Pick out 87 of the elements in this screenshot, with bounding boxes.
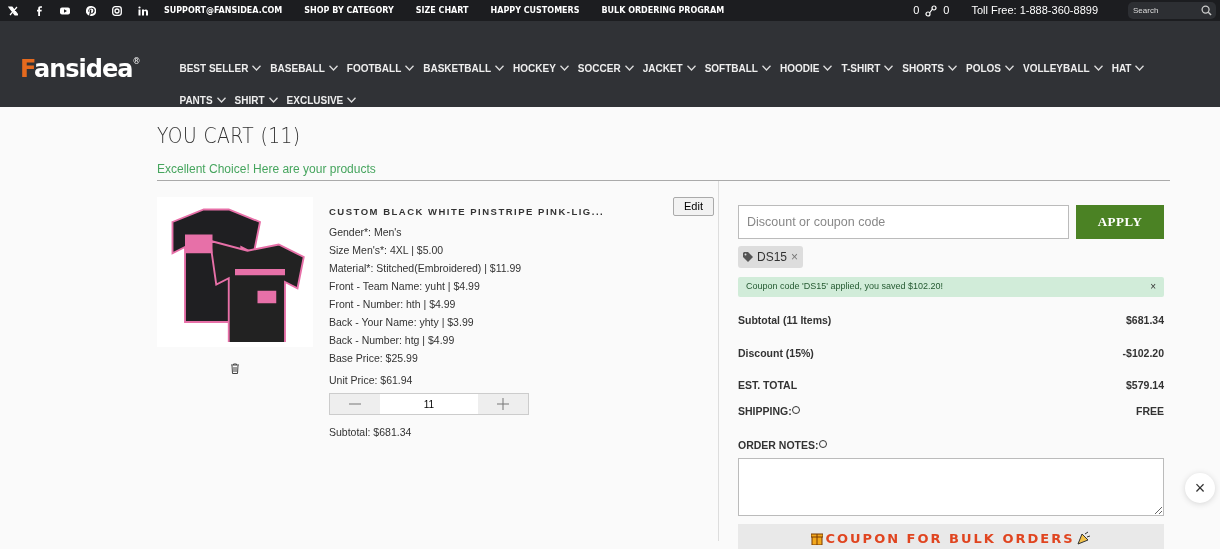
product-option: Front - Number: hth | $4.99 [329, 295, 714, 314]
fansidea-logo[interactable]: Fansidea$^{®}$ [20, 51, 140, 107]
close-button[interactable]: × [1185, 473, 1215, 503]
apply-button[interactable]: APPLY [1076, 205, 1164, 239]
nav-item[interactable]: SHIRT [234, 94, 278, 106]
summary-label: Subtotal (11 Items) [738, 312, 832, 328]
alert-close-button[interactable]: × [1150, 280, 1156, 294]
wishlist-count: 0 [943, 3, 950, 19]
product-option: Back - Number: htg | $4.99 [329, 331, 714, 350]
product-option: Back - Your Name: yhty | $3.99 [329, 313, 714, 332]
link-icon[interactable] [925, 4, 938, 17]
chevron-down-icon [1005, 65, 1014, 71]
chevron-down-icon [948, 65, 957, 71]
notes-field[interactable] [738, 458, 1164, 517]
nav-item[interactable]: SOFTBALL [704, 62, 771, 74]
tag-icon [743, 252, 753, 262]
phone-number: Toll Free: 1-888-360-8899 [971, 3, 1098, 19]
chevron-down-icon [252, 65, 262, 71]
summary-value: $579.14 [1126, 378, 1164, 393]
chevron-down-icon [559, 65, 569, 71]
chevron-down-icon [347, 97, 357, 103]
product-option: Gender*: Men's [329, 223, 714, 242]
nav-item[interactable]: POLOS [966, 62, 1014, 74]
nav-item[interactable]: JACKET [642, 62, 696, 74]
chevron-down-icon [268, 97, 278, 103]
product-option: Size Men's*: 4XL | $5.00 [329, 241, 714, 260]
summary-label: Discount (15%) [738, 346, 814, 362]
top-link[interactable]: SHOP BY CATEGORY [304, 4, 394, 17]
nav-item[interactable]: BEST SELLER [179, 62, 262, 74]
chevron-down-icon [823, 65, 833, 71]
chevron-down-icon [405, 65, 415, 71]
linkedin-icon[interactable] [138, 5, 148, 16]
product-option: Front - Team Name: yuht | $4.99 [329, 277, 714, 296]
top-link[interactable]: BULK ORDERING PROGRAM [601, 4, 725, 17]
item-subtotal: Subtotal: $681.34 [329, 425, 413, 441]
chevron-down-icon [216, 97, 226, 103]
party-popper-icon [1076, 531, 1091, 546]
nav-item[interactable]: SOCCER [577, 62, 634, 74]
nav-item[interactable]: EXCLUSIVE [286, 94, 357, 106]
top-link[interactable]: HAPPY CUSTOMERS [490, 4, 580, 17]
top-link[interactable]: SIZE CHART [415, 4, 469, 17]
summary-value: FREE [1135, 403, 1164, 419]
nav-item[interactable]: VOLLEYBALL [1023, 62, 1103, 74]
summary-label: EST. TOTAL [738, 378, 798, 393]
product-option: Material*: Stitched(Embroidered) | $11.99 [329, 259, 714, 278]
unit-price: Unit Price: $61.94 [329, 373, 414, 389]
chevron-down-icon [761, 65, 771, 71]
nav-item[interactable]: HOCKEY [513, 62, 569, 74]
nav-item[interactable]: FOOTBALL [346, 62, 415, 74]
coupon-field[interactable]: Discount or coupon code [738, 205, 1069, 239]
product-title: CUSTOM BLACK WHITE PINSTRIPE PINK-LIG... [329, 205, 605, 219]
product-option: Base Price: $25.99 [329, 349, 714, 368]
nav-item[interactable]: BASKETBALL [423, 62, 505, 74]
summary-label: SHIPPING: [738, 403, 800, 420]
nav-item[interactable]: HOODIE [779, 62, 833, 74]
top-link[interactable]: SUPPORT@FANSIDEA.COM [164, 4, 283, 17]
chevron-down-icon [884, 65, 894, 71]
nav-item[interactable]: SHORTS [902, 62, 957, 74]
nav-item[interactable]: BASEBALL [270, 62, 338, 74]
notes-label: ORDER NOTES: [738, 437, 827, 454]
bulk-coupon-text: COUPON FOR BULK ORDERS [825, 529, 1075, 548]
summary-value: $681.34 [1126, 312, 1164, 328]
cart-count: 0 [913, 3, 920, 19]
facebook-icon[interactable] [34, 5, 44, 16]
nav-item[interactable]: T-SHIRT [841, 62, 894, 74]
chevron-down-icon [328, 65, 338, 71]
camera-icon[interactable] [112, 5, 122, 16]
page-title: YOU CART (11) [157, 122, 302, 150]
chevron-down-icon [495, 65, 505, 71]
play-icon[interactable] [60, 5, 70, 16]
chevron-down-icon [624, 65, 634, 71]
chevron-down-icon [1093, 65, 1103, 71]
edit-button[interactable]: Edit [673, 197, 714, 216]
chevron-down-icon [1135, 65, 1145, 71]
search-field[interactable]: Search [1128, 2, 1216, 19]
x-icon[interactable] [8, 5, 18, 16]
chevron-down-icon [686, 65, 696, 71]
gift-icon [811, 531, 824, 546]
delete-button[interactable] [230, 363, 240, 374]
trash-icon [230, 363, 240, 374]
nav-item[interactable]: HAT [1111, 62, 1145, 74]
subtitle-text: Excellent Choice! Here are your products [157, 161, 377, 178]
coupon-code: DS15 [757, 249, 788, 266]
nav-item[interactable]: PANTS [179, 94, 226, 106]
pinterest-icon[interactable] [86, 5, 96, 16]
alert-message: Coupon code 'DS15' applied, you saved $102.20! [746, 280, 944, 293]
summary-value: -$102.20 [1122, 346, 1164, 362]
